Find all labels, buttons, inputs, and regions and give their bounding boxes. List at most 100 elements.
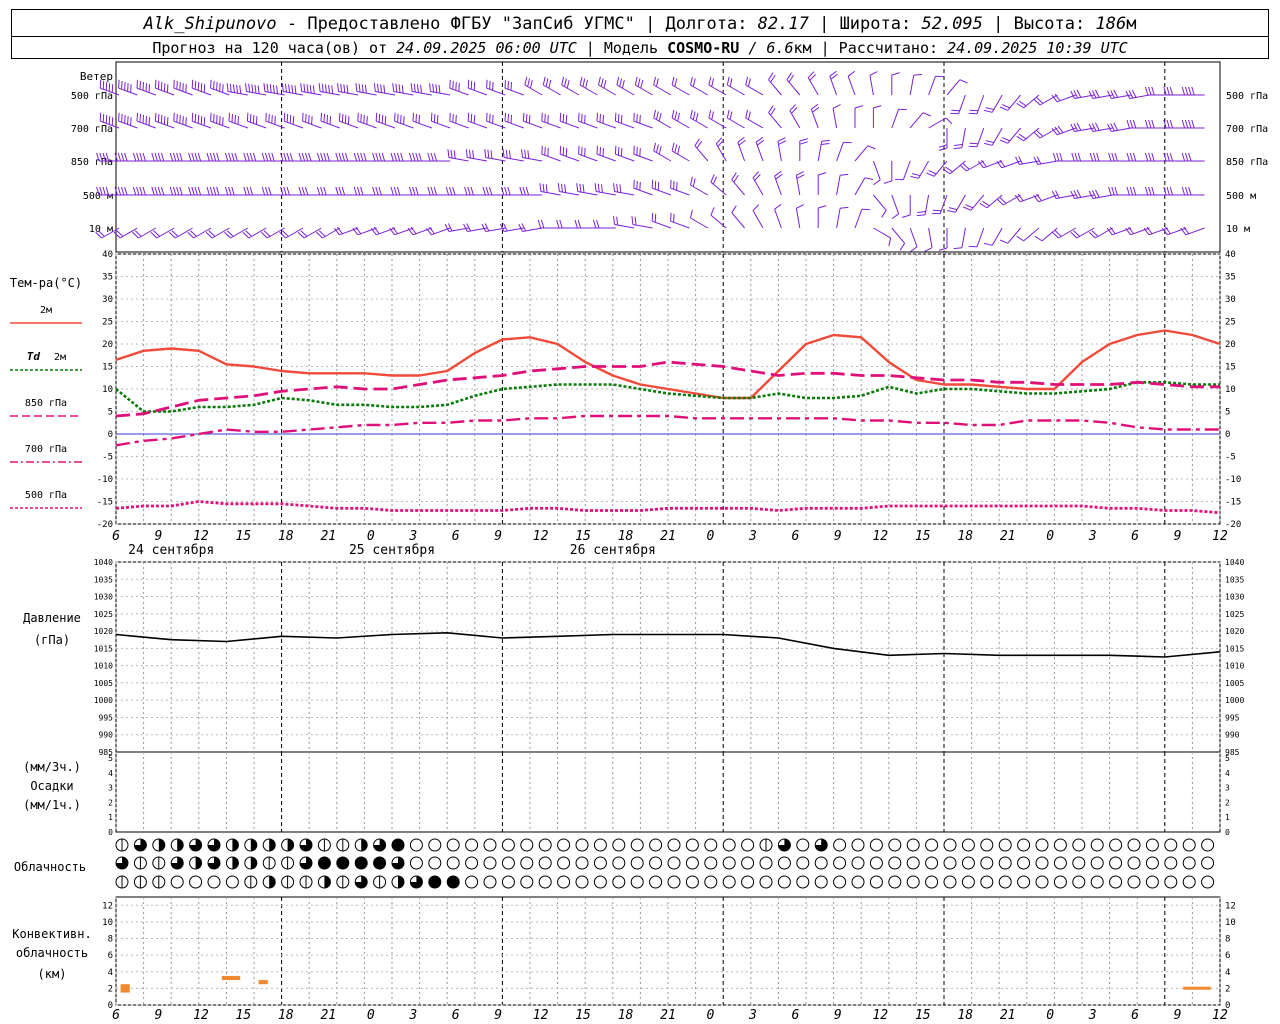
cloud-symbol xyxy=(244,856,258,870)
wind-barb xyxy=(1125,89,1150,99)
cloud-symbol xyxy=(814,875,828,889)
wind-barb xyxy=(854,105,864,128)
cloud-circle xyxy=(538,875,552,889)
cloud-symbol xyxy=(1145,856,1159,870)
cloud-half xyxy=(177,839,184,851)
wind-barb xyxy=(594,183,616,196)
wind-barb-feather xyxy=(1107,123,1112,132)
wind-barb-feather xyxy=(1077,152,1082,162)
wind-barb-shaft xyxy=(946,79,961,96)
wind-barb-feather xyxy=(521,149,524,158)
wind-barb-feather xyxy=(191,186,195,196)
wind-barb xyxy=(836,206,849,229)
cloud-half xyxy=(269,876,276,888)
wind-barb-feather xyxy=(435,84,438,93)
precip-ytick-left: 2 xyxy=(108,798,113,807)
cloud-symbol xyxy=(1164,838,1178,852)
cloud-symbol xyxy=(501,856,515,870)
wind-barb-feather xyxy=(246,152,250,162)
wind-barb-feather xyxy=(899,243,906,251)
wind-barb-feather xyxy=(576,183,579,192)
wind-barb-feather xyxy=(157,152,162,162)
cloud-circle xyxy=(961,856,975,870)
cloud-symbol xyxy=(1109,856,1123,870)
cloud-circle xyxy=(428,838,442,852)
wind-barb-feather xyxy=(818,172,827,176)
cloud-symbol xyxy=(391,856,405,870)
cloud-symbol xyxy=(354,856,368,870)
wind-barb-feather xyxy=(778,140,787,145)
wind-barb-feather xyxy=(519,186,523,196)
temp-legend-label: 850 гПа xyxy=(25,398,67,409)
cloud-symbol xyxy=(1035,838,1049,852)
wind-barb xyxy=(228,112,248,129)
cloud-symbol xyxy=(667,875,681,889)
wind-barb xyxy=(576,183,598,196)
cloud-half xyxy=(158,839,165,851)
cloud-circle xyxy=(943,856,957,870)
wind-barb-feather xyxy=(415,186,419,196)
temp-hour-label: 9 xyxy=(834,529,842,544)
wind-barb-feather xyxy=(747,78,751,87)
cloud-symbol xyxy=(1090,856,1104,870)
cloud-circle xyxy=(575,838,589,852)
cloud-full xyxy=(447,876,460,888)
wind-barb xyxy=(245,83,267,96)
cloud-half xyxy=(195,857,202,869)
wind-barb-feather xyxy=(321,83,324,93)
cloud-symbol xyxy=(906,875,920,889)
temp-hour-label: 18 xyxy=(618,529,634,544)
temp-hour-label: 9 xyxy=(155,529,163,544)
cloud-circle xyxy=(998,875,1012,889)
cloud-symbol xyxy=(777,875,791,889)
wind-barb xyxy=(731,205,745,229)
wind-barb-feather xyxy=(928,170,937,175)
cloud-symbol xyxy=(281,875,295,889)
wind-barb-shaft xyxy=(909,227,918,247)
wind-barb-feather xyxy=(1076,89,1082,98)
wind-barb xyxy=(909,112,931,129)
wind-barb xyxy=(557,183,580,196)
wind-barb-feather xyxy=(1095,89,1100,98)
cloud-half xyxy=(250,857,257,869)
cloud-symbol xyxy=(925,856,939,870)
temp-hour-label: 12 xyxy=(872,529,888,544)
wind-barb xyxy=(854,145,876,162)
wind-barb-feather xyxy=(729,78,733,87)
cloud-symbol xyxy=(336,838,350,852)
cloud-symbol xyxy=(612,875,626,889)
wind-barb-feather xyxy=(300,83,303,92)
wind-barb-feather xyxy=(799,141,808,145)
precip-ytick-left: 0 xyxy=(108,828,113,837)
wind-barb-feather xyxy=(142,186,146,196)
wind-barb-feather xyxy=(412,152,416,162)
wind-barb-feather xyxy=(224,152,229,162)
wind-barb-feather xyxy=(561,76,565,86)
precip-ytick-right: 4 xyxy=(1225,769,1230,778)
conv-bar xyxy=(1183,986,1211,990)
cloud-circle xyxy=(557,875,571,889)
cloud-circle xyxy=(1182,856,1196,870)
wind-barb-feather xyxy=(206,152,210,162)
wind-barb-feather xyxy=(212,152,217,162)
wind-barb-feather xyxy=(869,71,878,76)
wind-barb-feather xyxy=(142,152,146,162)
wind-barb-feather xyxy=(1089,152,1094,162)
wind-barb xyxy=(768,105,782,129)
wind-barb-feather xyxy=(432,83,435,93)
wind-barb-feather xyxy=(283,186,287,196)
temp-ytick-left: 40 xyxy=(102,250,113,260)
wind-barb-feather xyxy=(224,186,229,196)
cloud-circle xyxy=(1017,838,1031,852)
wind-barb-feather xyxy=(1076,189,1082,198)
wind-barb xyxy=(953,127,966,150)
cloud-circle xyxy=(722,838,736,852)
cloud-circle xyxy=(888,875,902,889)
wind-barb-feather xyxy=(234,152,238,162)
cloud-circle xyxy=(961,875,975,889)
wind-barb xyxy=(373,83,396,96)
wind-barb xyxy=(246,112,267,129)
wind-barb-feather xyxy=(864,177,874,181)
cloud-circle xyxy=(906,838,920,852)
pressure-ytick-right: 1000 xyxy=(1225,696,1244,705)
